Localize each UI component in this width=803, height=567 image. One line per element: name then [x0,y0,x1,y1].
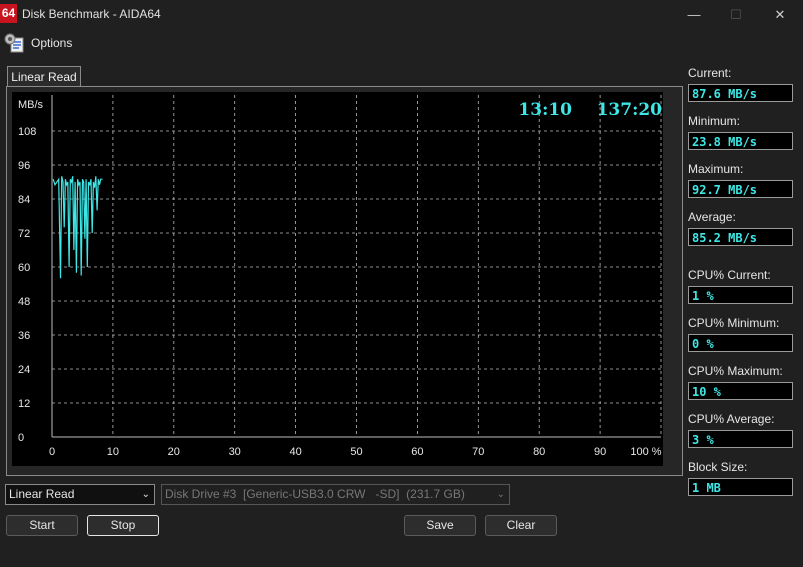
clear-button[interactable]: Clear [485,515,557,536]
stat-label: Current: [688,66,732,80]
stat-label: Minimum: [688,114,741,128]
save-button[interactable]: Save [404,515,476,536]
elapsed-time: 13:10 [518,100,572,120]
x-tick-label: 80 [533,446,545,458]
x-tick-label: 70 [472,446,484,458]
y-tick-label: 36 [18,330,30,342]
chevron-down-icon: ⌄ [496,489,505,500]
stat-value: 0 % [688,334,793,352]
x-tick-label: 60 [411,446,423,458]
x-tick-label: 40 [289,446,301,458]
start-button[interactable]: Start [6,515,78,536]
benchmark-chart: 0 12 24 36 48 60 72 84 96 108 0 10 20 30 40 50 60 70 80 90… [18,95,663,458]
y-tick-label: 12 [18,398,30,410]
stat-label: CPU% Current: [688,268,771,282]
stat-value: 1 % [688,286,793,304]
series-line [52,176,103,279]
y-tick-label: 0 [18,432,24,444]
stat-label: CPU% Minimum: [688,316,780,330]
stat-value: 1 MB [688,478,793,496]
stat-value: 85.2 MB/s [688,228,793,246]
x-tick-label: 90 [594,446,606,458]
x-tick-label: 50 [350,446,362,458]
stat-value: 92.7 MB/s [688,180,793,198]
test-mode-value: Linear Read [9,487,75,501]
stat-value: 10 % [688,382,793,400]
stat-label: CPU% Maximum: [688,364,783,378]
y-tick-label: 72 [18,228,30,240]
stat-value: 87.6 MB/s [688,84,793,102]
x-tick-label: 10 [107,446,119,458]
stat-label: Average: [688,210,736,224]
y-tick-label: 108 [18,126,36,138]
y-tick-label: 24 [18,364,30,376]
y-tick-label: 84 [18,194,30,206]
y-tick-label: 48 [18,296,30,308]
drive-value: Disk Drive #3 [Generic-USB3.0 CRW -SD] (… [165,487,465,501]
stat-value: 3 % [688,430,793,448]
x-tick-label: 20 [168,446,180,458]
y-tick-label: 60 [18,262,30,274]
chevron-down-icon: ⌄ [141,489,150,500]
drive-select[interactable]: Disk Drive #3 [Generic-USB3.0 CRW -SD] (… [161,484,510,505]
stat-value: 23.8 MB/s [688,132,793,150]
test-mode-select[interactable]: Linear Read ⌄ [5,484,155,505]
stat-label: Block Size: [688,460,748,474]
y-tick-label: 96 [18,160,30,172]
stop-button[interactable]: Stop [87,515,159,536]
y-axis-label: MB/s [18,99,44,111]
x-tick-label: 100 % [630,446,661,458]
stat-label: Maximum: [688,162,744,176]
x-tick-label: 30 [229,446,241,458]
remaining-time: 137:20 [597,100,663,120]
x-tick-label: 0 [49,446,55,458]
stat-label: CPU% Average: [688,412,775,426]
